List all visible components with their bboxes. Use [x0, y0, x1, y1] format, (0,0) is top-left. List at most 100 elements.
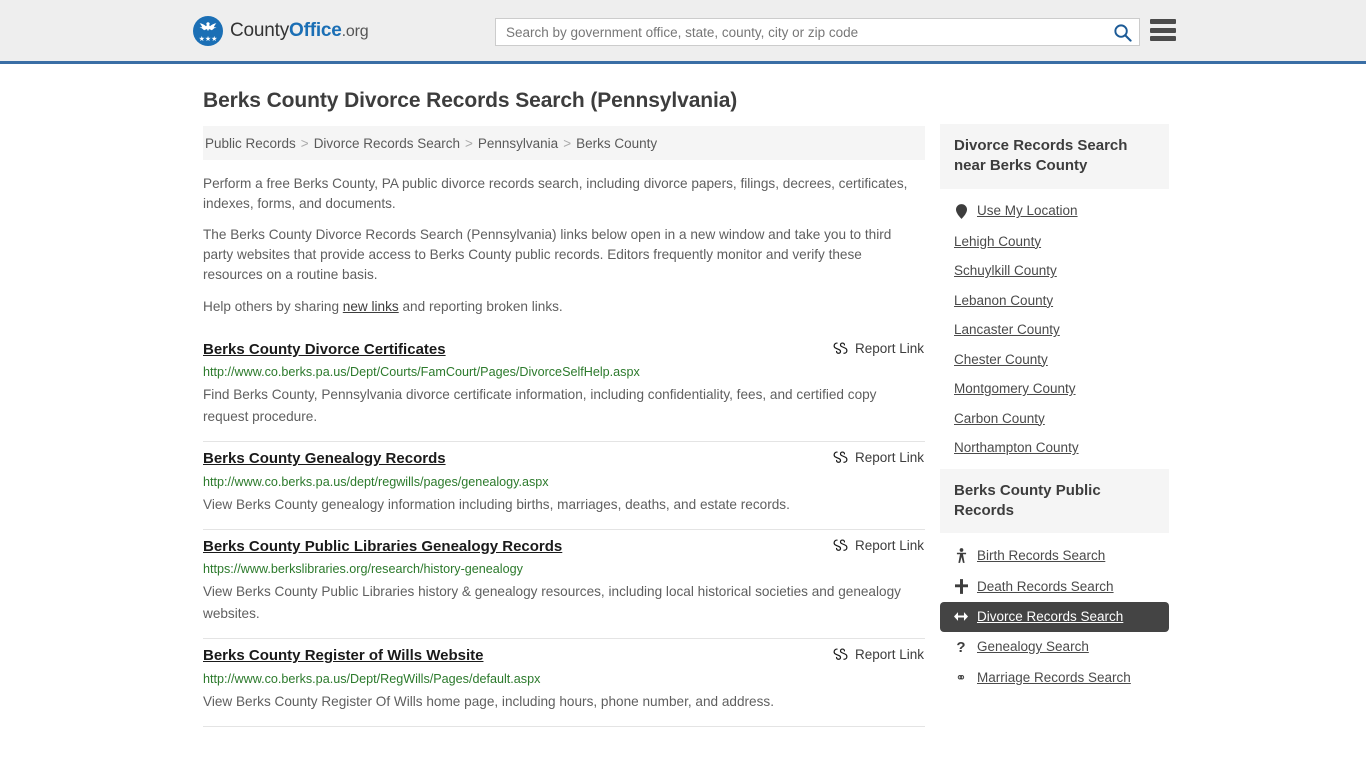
result-title-link[interactable]: Berks County Divorce Certificates	[203, 340, 446, 360]
broken-link-icon	[833, 451, 848, 464]
sidebar-item-label[interactable]: Lehigh County	[954, 234, 1041, 249]
sidebar-nearby-list: Use My Location Lehigh County Schuylkill…	[940, 189, 1169, 463]
brand-part-tld: .org	[341, 22, 369, 40]
sidebar-item-label[interactable]: Montgomery County	[954, 382, 1076, 396]
result-title-link[interactable]: Berks County Genealogy Records	[203, 449, 446, 469]
sidebar-item-label[interactable]: Northampton County	[954, 441, 1079, 455]
report-link-label: Report Link	[854, 647, 924, 663]
question-mark-icon: ?	[956, 638, 966, 656]
sidebar-nearby-heading: Divorce Records Search near Berks County	[940, 124, 1169, 189]
sidebar-item-chester-county[interactable]: Chester County	[940, 345, 1169, 375]
sidebar-item-label[interactable]: Marriage Records Search	[977, 670, 1131, 685]
broken-link-icon	[833, 342, 848, 354]
sidebar-item-marriage-records-search[interactable]: ⚭ Marriage Records Search	[940, 663, 1169, 693]
sidebar-item-label[interactable]: Carbon County	[954, 411, 1045, 426]
result-header: Berks County Divorce Certificates Report…	[203, 340, 925, 360]
sidebar-item-label[interactable]: Lebanon County	[954, 293, 1053, 308]
sidebar-item-divorce-records-search[interactable]: Divorce Records Search	[940, 602, 1169, 632]
sidebar-public-records-heading: Berks County Public Records	[940, 468, 1169, 533]
page-title: Berks County Divorce Records Search (Pen…	[203, 89, 738, 112]
brand-part-office: Office	[289, 19, 342, 41]
sidebar-nearby-box: Divorce Records Search near Berks County…	[940, 124, 1169, 463]
result-description: View Berks County Public Libraries histo…	[203, 584, 901, 622]
sidebar-item-label[interactable]: Lancaster County	[954, 323, 1060, 337]
breadcrumb-separator: >	[300, 135, 309, 151]
search-bar	[495, 18, 1140, 46]
intro-paragraph-1: Perform a free Berks County, PA public d…	[203, 176, 908, 212]
intro-paragraph-3: Help others by sharing new links and rep…	[203, 297, 925, 317]
search-input[interactable]	[496, 19, 1105, 45]
result-description: View Berks County genealogy information …	[203, 496, 790, 512]
sidebar-item-use-my-location[interactable]: Use My Location	[940, 196, 1169, 227]
sidebar-item-birth-records-search[interactable]: Birth Records Search	[940, 540, 1169, 571]
search-icon	[1113, 23, 1132, 42]
sidebar-item-genealogy-search[interactable]: ? Genealogy Search	[940, 632, 1169, 663]
result-url[interactable]: https://www.berkslibraries.org/research/…	[203, 561, 925, 578]
sidebar-item-label[interactable]: Death Records Search	[977, 580, 1114, 594]
hamburger-bar	[1150, 19, 1176, 24]
sidebar-item-lancaster-county[interactable]: Lancaster County	[940, 315, 1169, 345]
report-link-label: Report Link	[854, 340, 924, 356]
sidebar-item-label[interactable]: Genealogy Search	[977, 640, 1089, 654]
breadcrumb-separator: >	[465, 135, 473, 151]
sidebar-item-label[interactable]: Birth Records Search	[977, 549, 1105, 563]
hamburger-menu-icon[interactable]	[1150, 19, 1176, 41]
sidebar-public-records-box: Berks County Public Records Birth Record…	[940, 468, 1169, 693]
result-header: Berks County Genealogy Records Report Li…	[203, 449, 925, 469]
sidebar-item-death-records-search[interactable]: Death Records Search	[940, 571, 1169, 602]
breadcrumb-item-pennsylvania[interactable]: Pennsylvania	[478, 136, 558, 151]
result-description: Find Berks County, Pennsylvania divorce …	[203, 387, 877, 425]
report-link-button[interactable]: Report Link	[833, 538, 924, 553]
sidebar-item-label[interactable]: Chester County	[954, 352, 1048, 367]
sidebar-item-label[interactable]: Divorce Records Search	[977, 610, 1123, 624]
result-title-link[interactable]: Berks County Public Libraries Genealogy …	[203, 537, 562, 557]
result-url[interactable]: http://www.co.berks.pa.us/dept/regwills/…	[203, 474, 925, 491]
intro-p3-before: Help others by sharing	[203, 298, 343, 314]
sidebar-item-montgomery-county[interactable]: Montgomery County	[940, 374, 1169, 404]
sidebar-item-label[interactable]: Use My Location	[977, 204, 1078, 218]
result-url[interactable]: http://www.co.berks.pa.us/Dept/Courts/Fa…	[203, 364, 925, 381]
breadcrumb-item-berks-county: Berks County	[576, 135, 658, 151]
breadcrumb-separator: >	[563, 135, 572, 151]
result-url[interactable]: http://www.co.berks.pa.us/Dept/RegWills/…	[203, 671, 925, 688]
brand-wordmark: CountyOffice.org	[230, 19, 369, 42]
search-button[interactable]	[1105, 19, 1139, 45]
county-office-seal-icon: ★★★	[193, 15, 223, 46]
sidebar-public-records-list: Birth Records Search Death Records Searc…	[940, 533, 1169, 692]
brand-part-county: County	[230, 19, 290, 41]
result-header: Berks County Public Libraries Genealogy …	[203, 537, 925, 557]
report-link-button[interactable]: Report Link	[833, 647, 924, 662]
map-pin-icon	[954, 203, 968, 219]
left-right-arrow-icon	[954, 611, 968, 622]
sidebar-item-label[interactable]: Schuylkill County	[954, 264, 1057, 278]
sidebar-item-northampton-county[interactable]: Northampton County	[940, 433, 1169, 463]
main-content: Public Records > Divorce Records Search …	[203, 126, 925, 727]
eagle-icon	[199, 21, 217, 30]
report-link-button[interactable]: Report Link	[833, 450, 924, 465]
result-item: Berks County Register of Wills Website R…	[203, 639, 925, 727]
sidebar-item-lehigh-county[interactable]: Lehigh County	[940, 227, 1169, 257]
result-title-link[interactable]: Berks County Register of Wills Website	[203, 646, 483, 666]
sidebar-item-lebanon-county[interactable]: Lebanon County	[940, 286, 1169, 316]
result-header: Berks County Register of Wills Website R…	[203, 646, 925, 666]
new-links-link[interactable]: new links	[343, 299, 399, 314]
site-logo[interactable]: ★★★ CountyOffice.org	[193, 15, 369, 46]
broken-link-icon	[833, 539, 848, 551]
sidebar-item-carbon-county[interactable]: Carbon County	[940, 404, 1169, 434]
intro-paragraph-2: The Berks County Divorce Records Search …	[203, 227, 892, 283]
baby-icon	[954, 548, 968, 563]
results-list: Berks County Divorce Certificates Report…	[203, 333, 925, 727]
broken-link-icon	[833, 648, 848, 661]
stars-icon: ★★★	[198, 35, 218, 43]
breadcrumb: Public Records > Divorce Records Search …	[203, 126, 925, 160]
result-item: Berks County Divorce Certificates Report…	[203, 333, 925, 443]
intro-p3-after: and reporting broken links.	[398, 298, 563, 314]
male-female-icon: ⚭	[955, 669, 967, 685]
breadcrumb-item-public-records[interactable]: Public Records	[205, 136, 296, 151]
site-header: ★★★ CountyOffice.org	[0, 0, 1366, 64]
result-description: View Berks County Register Of Wills home…	[203, 693, 774, 709]
sidebar: Divorce Records Search near Berks County…	[940, 124, 1169, 698]
report-link-button[interactable]: Report Link	[833, 341, 924, 356]
breadcrumb-item-divorce-records-search[interactable]: Divorce Records Search	[314, 136, 460, 151]
sidebar-item-schuylkill-county[interactable]: Schuylkill County	[940, 256, 1169, 286]
